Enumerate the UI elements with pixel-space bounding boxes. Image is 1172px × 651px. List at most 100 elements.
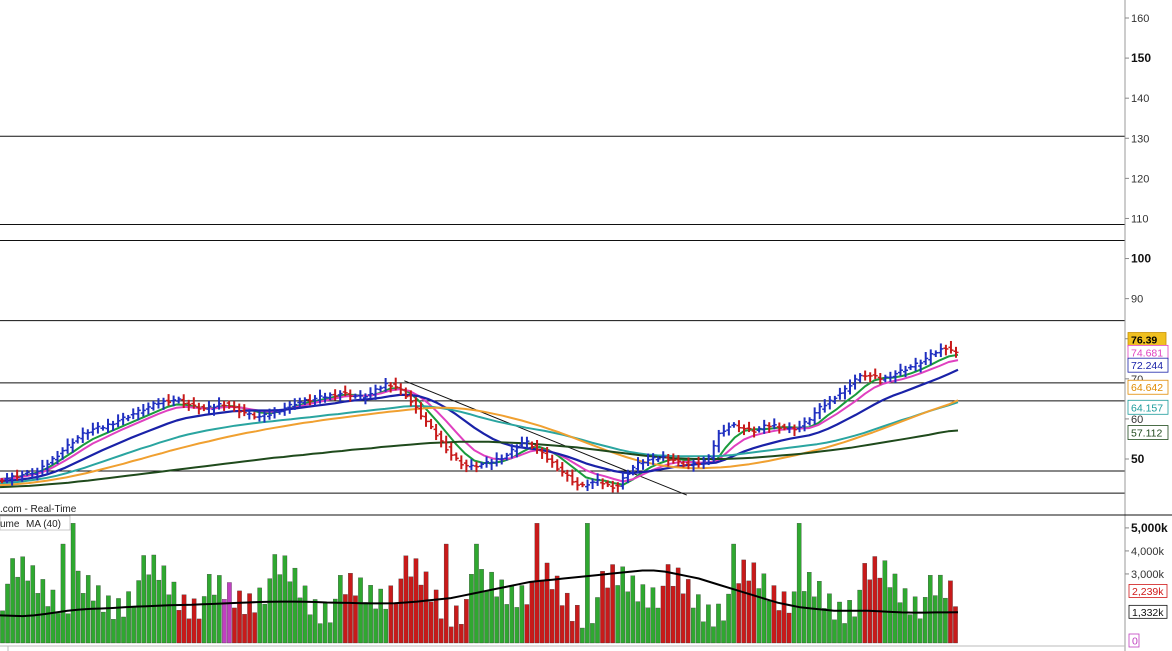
volume-bar (136, 580, 141, 644)
volume-bar (922, 597, 928, 644)
volume-bar (196, 618, 202, 644)
volume-pane-label: ume (0, 519, 20, 530)
volume-bar (585, 523, 590, 644)
volume-bar (15, 576, 20, 644)
volume-bar (358, 577, 363, 644)
volume-bar (267, 578, 273, 644)
chart-source-caption: .com - Real-Time (0, 504, 77, 515)
volume-bar (297, 597, 303, 644)
volume-bar (433, 589, 439, 644)
volume-bar (575, 604, 580, 644)
volume-bar (943, 597, 948, 644)
volume-bar (746, 580, 752, 644)
volume-bar (418, 584, 424, 644)
volume-bar (91, 600, 96, 644)
volume-bar (464, 599, 469, 644)
svg-text:57.112: 57.112 (1131, 428, 1162, 440)
volume-bar (80, 593, 86, 644)
volume-bar (388, 585, 394, 644)
volume-bar (559, 605, 565, 644)
volume-bar (237, 590, 242, 644)
volume-bar (383, 608, 388, 644)
price-tick-label: 100 (1131, 252, 1151, 266)
volume-bar (761, 573, 767, 644)
volume-bar (277, 574, 283, 644)
volume-bar (685, 579, 691, 644)
volume-bar (842, 623, 847, 644)
volume-bar (55, 613, 61, 644)
svg-text:2,239k: 2,239k (1132, 586, 1164, 598)
price-tick-label: 150 (1131, 51, 1151, 65)
volume-bar (96, 585, 101, 644)
volume-bar (600, 571, 605, 644)
price-tag: 64.157 (1127, 399, 1169, 415)
volume-bar (635, 601, 641, 644)
volume-bar (428, 601, 434, 644)
volume-bar (75, 570, 81, 644)
volume-bar (514, 607, 520, 644)
volume-bar (50, 589, 56, 644)
price-tag: 76.39 (1127, 332, 1167, 347)
volume-bar (5, 583, 10, 644)
volume-bar (176, 610, 182, 644)
volume-bar (524, 604, 530, 644)
volume-bar (701, 621, 706, 644)
volume-bar (645, 607, 651, 644)
volume-bar (625, 591, 631, 644)
volume-bar (322, 603, 328, 644)
volume-bar (534, 523, 540, 644)
volume-bar (852, 616, 857, 644)
volume-bar (857, 589, 862, 644)
volume-bar (670, 585, 676, 644)
volume-bar (141, 555, 146, 644)
volume-bar (570, 621, 575, 644)
volume-bar (887, 587, 893, 644)
volume-bar (312, 599, 318, 644)
volume-bar (766, 600, 772, 644)
volume-bar (680, 593, 686, 644)
volume-bar (101, 611, 106, 644)
price-tick-label: 140 (1131, 93, 1149, 105)
svg-text:64.157: 64.157 (1131, 402, 1163, 414)
volume-tick-label: 3,000k (1131, 569, 1165, 581)
price-tag: 57.112 (1127, 425, 1169, 440)
svg-text:1,332k: 1,332k (1132, 607, 1164, 619)
volume-bar (539, 580, 545, 644)
volume-bar (564, 592, 570, 644)
volume-bar (257, 587, 262, 644)
volume-bar (812, 596, 817, 644)
svg-text:0: 0 (1132, 636, 1138, 648)
volume-bar (45, 606, 51, 644)
volume-bar (605, 587, 610, 644)
volume-bar (549, 589, 555, 644)
volume-bar (791, 591, 797, 644)
volume-bar (121, 616, 126, 644)
svg-text:76.39: 76.39 (1131, 335, 1157, 347)
volume-bar (872, 556, 878, 644)
volume-bar (469, 574, 474, 644)
volume-bar (327, 622, 333, 644)
volume-bar (665, 564, 671, 644)
volume-bar (796, 523, 802, 644)
volume-bar (60, 543, 66, 644)
volume-bar (751, 562, 757, 644)
volume-bar (287, 581, 293, 644)
price-tick-label: 130 (1131, 133, 1149, 145)
volume-bar (272, 554, 278, 644)
volume-bar (736, 583, 741, 644)
volume-axis: 5,000k 4,000k 3,000k (1125, 521, 1168, 581)
volume-ma-legend: MA (40) (26, 519, 61, 530)
volume-bar (166, 594, 172, 644)
volume-bar (217, 575, 222, 644)
volume-bar (423, 571, 429, 644)
price-tick-label: 160 (1131, 13, 1149, 25)
volume-bar (620, 566, 625, 644)
volume-bar (509, 585, 515, 644)
volume-bar (222, 599, 227, 644)
volume-bar (65, 613, 71, 644)
price-tick-label: 60 (1131, 414, 1143, 426)
volume-bar (20, 556, 25, 644)
volume-bar (373, 608, 378, 644)
volume-bar (171, 581, 177, 644)
volume-bar (333, 598, 338, 644)
